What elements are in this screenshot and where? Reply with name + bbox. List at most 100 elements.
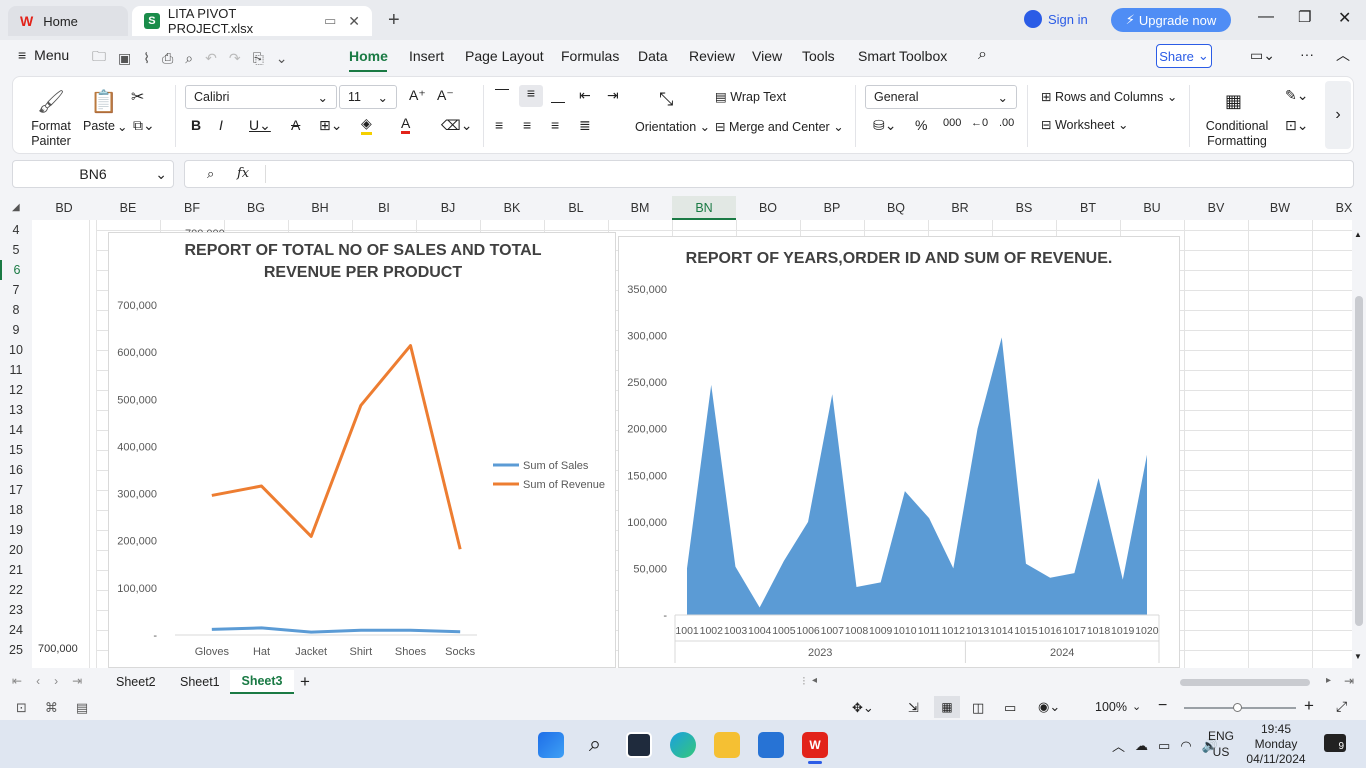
collapse-ribbon-icon[interactable]: ︿ <box>1336 45 1350 65</box>
function-icon[interactable]: fx <box>237 166 249 181</box>
column-header-bf[interactable]: BF <box>160 196 224 220</box>
vertical-scrollbar[interactable]: ▲ ▼ <box>1352 220 1366 668</box>
bold-icon[interactable]: B <box>191 117 201 133</box>
column-header-bq[interactable]: BQ <box>864 196 928 220</box>
column-header-bw[interactable]: BW <box>1248 196 1312 220</box>
row-header-14[interactable]: 14 <box>0 420 32 440</box>
row-header-5[interactable]: 5 <box>0 240 32 260</box>
first-sheet-icon[interactable]: ⇤ <box>12 674 22 688</box>
row-header-17[interactable]: 17 <box>0 480 32 500</box>
conditional-formatting-button[interactable]: Conditional Formatting <box>1195 119 1279 149</box>
tab-insert[interactable]: Insert <box>409 48 444 64</box>
row-header-25[interactable]: 25 <box>0 640 32 660</box>
tab-page-layout[interactable]: Page Layout <box>465 48 544 64</box>
menu-button[interactable]: ≡ Menu <box>18 47 69 63</box>
increase-font-icon[interactable]: A⁺ <box>409 87 426 104</box>
clock[interactable]: 19:45 Monday 04/11/2024 <box>1244 722 1308 767</box>
last-sheet-icon[interactable]: ⇥ <box>72 674 82 688</box>
paste-button[interactable]: Paste <box>83 119 115 133</box>
sheet-tab-sheet1[interactable]: Sheet1 <box>180 675 220 689</box>
tab-formulas[interactable]: Formulas <box>561 48 619 64</box>
row-header-15[interactable]: 15 <box>0 440 32 460</box>
column-header-bg[interactable]: BG <box>224 196 288 220</box>
column-header-bn[interactable]: BN <box>672 196 736 220</box>
page-layout-view-icon[interactable]: ◫ <box>972 700 984 716</box>
increase-indent-icon[interactable]: ⇥ <box>607 87 619 104</box>
column-header-be[interactable]: BE <box>96 196 160 220</box>
row-header-12[interactable]: 12 <box>0 380 32 400</box>
tab-home[interactable]: W Home <box>8 6 128 36</box>
wps-office-taskbar-icon[interactable]: W <box>802 732 828 758</box>
italic-icon[interactable]: I <box>219 117 223 133</box>
normal-view-icon[interactable]: ▦ <box>934 696 960 718</box>
font-size-select[interactable]: 11 ⌄ <box>339 85 397 109</box>
search-taskbar-icon[interactable]: ⌕ <box>582 732 608 758</box>
redo-icon[interactable]: ↷ <box>229 50 241 67</box>
scroll-up-icon[interactable]: ▲ <box>1354 230 1362 239</box>
notification-badge[interactable]: 9 <box>1324 734 1346 752</box>
row-header-11[interactable]: 11 <box>0 360 32 380</box>
merge-center-button[interactable]: ⊟ Merge and Center ⌄ <box>715 119 844 134</box>
cell-style-icon[interactable]: ✎⌄ <box>1285 87 1308 104</box>
row-header-7[interactable]: 7 <box>0 280 32 300</box>
save-icon[interactable]: ▣ <box>118 50 131 67</box>
wifi-icon[interactable]: ◠ <box>1180 738 1191 754</box>
cell-bd25[interactable]: 700,000 <box>38 643 78 655</box>
new-tab-icon[interactable]: + <box>388 9 400 32</box>
column-header-bm[interactable]: BM <box>608 196 672 220</box>
name-box[interactable]: BN6 ⌄ <box>12 160 174 188</box>
column-header-bi[interactable]: BI <box>352 196 416 220</box>
column-header-bu[interactable]: BU <box>1120 196 1184 220</box>
currency-icon[interactable]: ⛁⌄ <box>873 117 896 134</box>
select-all-icon[interactable]: ◢ <box>12 202 20 213</box>
column-header-bd[interactable]: BD <box>32 196 96 220</box>
align-left-icon[interactable]: ≡ <box>495 117 503 133</box>
align-bottom-icon[interactable]: ⎽ <box>551 87 565 104</box>
row-header-16[interactable]: 16 <box>0 460 32 480</box>
page-break-view-icon[interactable]: ▭ <box>1004 700 1016 716</box>
fill-color-icon[interactable]: ◈ <box>361 115 372 135</box>
cell-mode-icon[interactable]: ⊡ <box>16 700 27 716</box>
horizontal-scroll-thumb[interactable] <box>1180 679 1310 686</box>
freeze-icon[interactable]: ⇲ <box>908 700 919 716</box>
decrease-font-icon[interactable]: A⁻ <box>437 87 454 104</box>
print-preview-icon[interactable]: ⌕ <box>185 50 193 67</box>
row-header-8[interactable]: 8 <box>0 300 32 320</box>
chevron-down-icon[interactable]: ⌄ <box>1132 700 1141 713</box>
tab-home-ribbon[interactable]: Home <box>349 48 388 64</box>
borders-icon[interactable]: ⊞⌄ <box>319 117 342 134</box>
zoom-slider-handle[interactable] <box>1233 703 1242 712</box>
align-right-icon[interactable]: ≡ <box>551 117 559 133</box>
number-format-select[interactable]: General ⌄ <box>865 85 1017 109</box>
eye-protection-icon[interactable]: ◉⌄ <box>1038 699 1060 715</box>
next-sheet-icon[interactable]: › <box>54 674 58 688</box>
more-icon[interactable]: ··· <box>1300 46 1314 62</box>
column-header-bo[interactable]: BO <box>736 196 800 220</box>
justify-icon[interactable]: ≣ <box>579 117 591 134</box>
cut-icon[interactable]: ✂ <box>131 87 144 107</box>
sign-in-button[interactable]: Sign in <box>1024 10 1088 28</box>
thousands-icon[interactable]: 000 <box>943 117 961 129</box>
wrap-text-button[interactable]: ▤ Wrap Text <box>715 89 786 104</box>
row-header-24[interactable]: 24 <box>0 620 32 640</box>
more-quick-icon[interactable]: ⌄ <box>276 50 288 67</box>
column-header-bv[interactable]: BV <box>1184 196 1248 220</box>
row-header-18[interactable]: 18 <box>0 500 32 520</box>
windows-start-icon[interactable] <box>538 732 564 758</box>
row-header-21[interactable]: 21 <box>0 560 32 580</box>
font-family-select[interactable]: Calibri ⌄ <box>185 85 337 109</box>
minimize-icon[interactable]: — <box>1258 8 1274 26</box>
align-middle-icon[interactable]: ≡ <box>519 85 543 107</box>
open-folder-icon[interactable]: 🗀 <box>92 46 106 70</box>
column-header-bk[interactable]: BK <box>480 196 544 220</box>
align-center-icon[interactable]: ≡ <box>523 117 531 133</box>
column-header-bj[interactable]: BJ <box>416 196 480 220</box>
row-header-13[interactable]: 13 <box>0 400 32 420</box>
row-header-20[interactable]: 20 <box>0 540 32 560</box>
scroll-down-icon[interactable]: ▼ <box>1354 652 1362 661</box>
rows-columns-button[interactable]: ⊞ Rows and Columns ⌄ <box>1041 89 1177 104</box>
copy-icon[interactable]: ⧉⌄ <box>133 117 155 134</box>
row-header-4[interactable]: 4 <box>0 220 32 240</box>
maximize-icon[interactable]: ❐ <box>1298 8 1311 26</box>
row-header-9[interactable]: 9 <box>0 320 32 340</box>
